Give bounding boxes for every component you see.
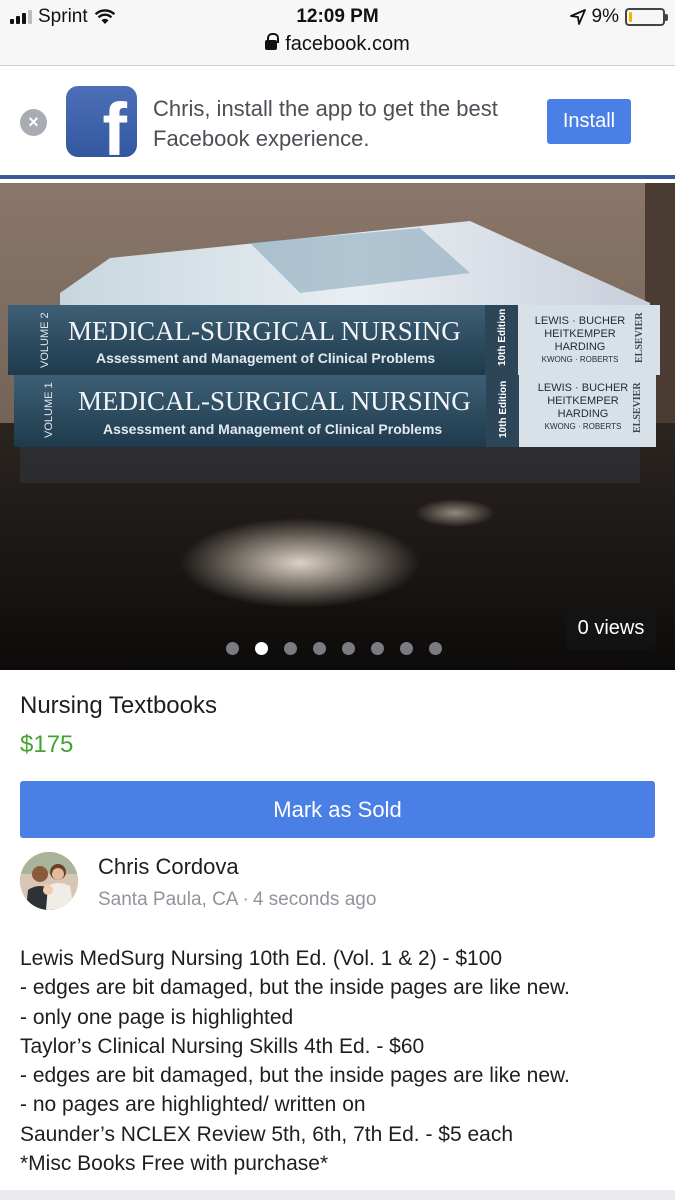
- listing-price: $175: [20, 731, 74, 758]
- spine-edition-2: 10th Edition: [497, 309, 508, 366]
- pagination-dot[interactable]: [342, 642, 355, 655]
- spine-title-2: MEDICAL-SURGICAL NURSING: [68, 316, 461, 346]
- photo-image: VOLUME 2 MEDICAL-SURGICAL NURSING Assess…: [0, 183, 675, 670]
- description-line: - edges are bit damaged, but the inside …: [20, 1064, 570, 1088]
- spine-authors-2d: KWONG · ROBERTS: [542, 355, 619, 364]
- spine-volume-2: VOLUME 2: [39, 312, 51, 368]
- address-bar[interactable]: facebook.com: [0, 33, 675, 56]
- pagination-dot-active[interactable]: [255, 642, 268, 655]
- listing-title: Nursing Textbooks: [20, 692, 217, 719]
- spine-authors-1b: HEITKEMPER: [547, 395, 619, 407]
- meta-separator: ·: [242, 889, 249, 910]
- battery-icon: [625, 8, 668, 26]
- install-message: Chris, install the app to get the best F…: [153, 96, 498, 151]
- spine-authors-1c: HARDING: [558, 408, 609, 420]
- spine-authors-2b: HEITKEMPER: [544, 328, 616, 340]
- spine-authors-1a: LEWIS · BUCHER: [538, 382, 629, 394]
- close-banner-icon[interactable]: ×: [20, 109, 47, 136]
- spine-publisher-2: ELSEVIER: [634, 312, 645, 363]
- location-arrow-icon: [569, 9, 586, 25]
- pagination-dot[interactable]: [400, 642, 413, 655]
- description-line: - edges are bit damaged, but the inside …: [20, 976, 570, 1000]
- description-line: - no pages are highlighted/ written on: [20, 1093, 366, 1117]
- url-text: facebook.com: [285, 33, 410, 55]
- lock-icon: [265, 33, 280, 50]
- spine-authors-1d: KWONG · ROBERTS: [545, 422, 622, 431]
- description-line: - only one page is highlighted: [20, 1005, 294, 1029]
- description-line: Lewis MedSurg Nursing 10th Ed. (Vol. 1 &…: [20, 947, 503, 970]
- posted-time: 4 seconds ago: [252, 889, 377, 910]
- status-bar: Sprint 12:09 PM 9% facebook.com: [0, 0, 675, 66]
- listing-description: Lewis MedSurg Nursing 10th Ed. (Vol. 1 &…: [20, 944, 660, 1178]
- spine-subtitle-1: Assessment and Management of Clinical Pr…: [103, 421, 442, 437]
- pagination-dot[interactable]: [429, 642, 442, 655]
- spine-title-1: MEDICAL-SURGICAL NURSING: [78, 386, 471, 416]
- app-install-banner: × f Chris, install the app to get the be…: [0, 66, 675, 179]
- pagination-dot[interactable]: [284, 642, 297, 655]
- photo-pagination[interactable]: [226, 642, 442, 655]
- seller-avatar[interactable]: [20, 852, 78, 910]
- seller-name[interactable]: Chris Cordova: [98, 854, 239, 880]
- seller-location: Santa Paula, CA: [98, 889, 239, 910]
- seller-meta: Santa Paula, CA · 4 seconds ago: [98, 889, 376, 911]
- battery-percent: 9%: [591, 6, 619, 27]
- description-line: Saunder’s NCLEX Review 5th, 6th, 7th Ed.…: [20, 1122, 514, 1146]
- pagination-dot[interactable]: [313, 642, 326, 655]
- facebook-logo-icon: f: [66, 86, 137, 157]
- page-footer-divider: [0, 1190, 675, 1200]
- spine-authors-2c: HARDING: [555, 341, 606, 353]
- spine-edition-1: 10th Edition: [498, 381, 509, 438]
- views-badge: 0 views: [566, 606, 656, 650]
- pagination-dot[interactable]: [226, 642, 239, 655]
- install-button[interactable]: Install: [547, 99, 631, 144]
- battery-status: 9%: [569, 6, 668, 28]
- description-line: *Misc Books Free with purchase*: [20, 1152, 329, 1176]
- listing-photo[interactable]: VOLUME 2 MEDICAL-SURGICAL NURSING Assess…: [0, 183, 675, 670]
- description-line: Taylor’s Clinical Nursing Skills 4th Ed.…: [20, 1034, 425, 1058]
- spine-publisher-1: ELSEVIER: [632, 382, 643, 433]
- spine-authors-2a: LEWIS · BUCHER: [535, 315, 626, 327]
- spine-volume-1: VOLUME 1: [43, 382, 55, 438]
- mark-as-sold-button[interactable]: Mark as Sold: [20, 781, 655, 838]
- pagination-dot[interactable]: [371, 642, 384, 655]
- spine-subtitle-2: Assessment and Management of Clinical Pr…: [96, 350, 435, 366]
- avatar-photo: [20, 852, 78, 910]
